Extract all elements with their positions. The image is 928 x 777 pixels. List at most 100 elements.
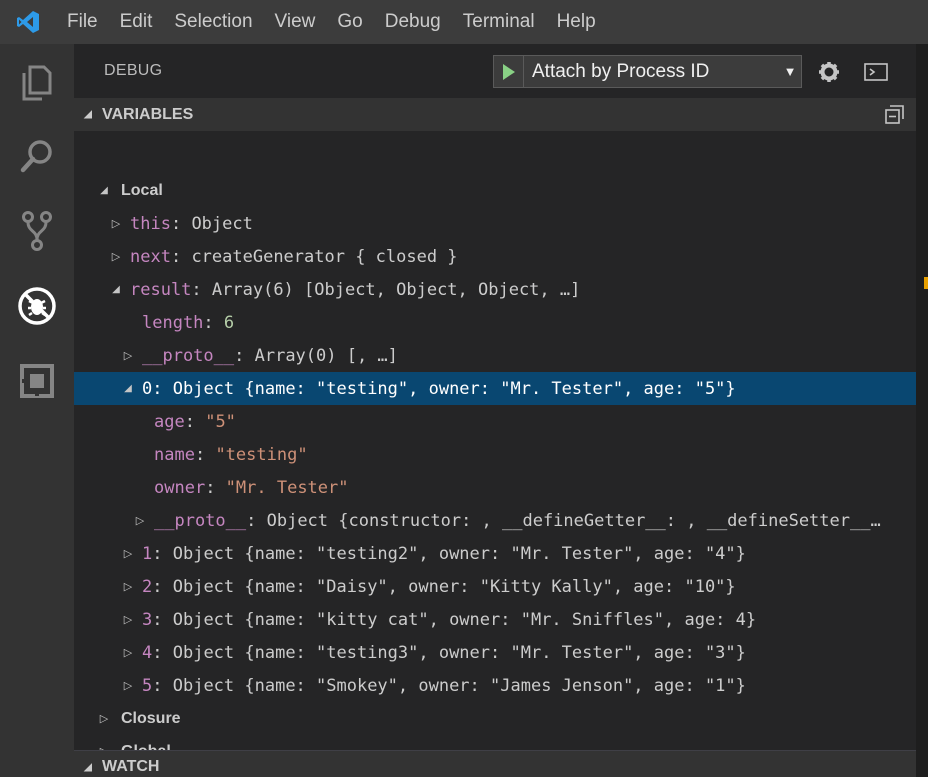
source-control-icon[interactable] xyxy=(0,201,74,261)
separator: : xyxy=(170,246,192,267)
variable-row[interactable]: ◢ result: Array(6) [Object, Object, Objec… xyxy=(74,273,916,306)
scope-row[interactable]: ▷ Closure xyxy=(74,702,916,735)
separator: : xyxy=(170,213,192,234)
variable-row[interactable]: ▷ next: createGenerator { closed } xyxy=(74,240,916,273)
variable-name: result xyxy=(130,279,192,300)
caret-down-icon[interactable]: ◢ xyxy=(120,383,136,394)
variable-value: Object {name: "testing2", owner: "Mr. Te… xyxy=(172,543,746,564)
variable-row[interactable]: ▷ 5: Object {name: "Smokey", owner: "Jame… xyxy=(74,669,916,702)
caret-down-icon: ◢ xyxy=(84,761,92,773)
separator: : xyxy=(152,543,173,564)
activity-bar xyxy=(0,44,74,777)
variable-value: 6 xyxy=(223,312,235,333)
chevron-down-icon: ▼ xyxy=(783,64,797,79)
watch-section-title: WATCH xyxy=(102,758,160,775)
variable-name: name xyxy=(154,444,195,465)
menu-item-edit[interactable]: Edit xyxy=(109,0,164,44)
variable-row[interactable]: ▷ this: Object xyxy=(74,207,916,240)
variables-section-header[interactable]: ◢ VARIABLES xyxy=(74,98,916,131)
debug-title: DEBUG xyxy=(104,62,163,79)
caret-right-icon[interactable]: ▷ xyxy=(96,712,112,725)
variable-row[interactable]: owner: "Mr. Tester" xyxy=(74,471,916,504)
variable-value: "Mr. Tester" xyxy=(225,477,349,498)
caret-down-icon[interactable]: ◢ xyxy=(108,284,124,295)
variable-value: Object xyxy=(191,213,253,234)
start-debugging-button[interactable] xyxy=(494,56,524,87)
variable-value: Object {name: "kitty cat", owner: "Mr. S… xyxy=(172,609,757,630)
caret-right-icon[interactable]: ▷ xyxy=(120,547,136,560)
editor-scrollbar[interactable] xyxy=(916,44,928,777)
variable-row[interactable]: ▷ 3: Object {name: "kitty cat", owner: "M… xyxy=(74,603,916,636)
variable-value: Object {name: "Daisy", owner: "Kitty Kal… xyxy=(172,576,736,597)
separator: : xyxy=(234,345,255,366)
collapse-all-icon[interactable] xyxy=(884,104,906,131)
variable-row[interactable]: age: "5" xyxy=(74,405,916,438)
variable-row[interactable]: ▷ 4: Object {name: "testing3", owner: "Mr… xyxy=(74,636,916,669)
separator: : xyxy=(152,642,173,663)
separator: : xyxy=(194,444,216,465)
caret-right-icon[interactable]: ▷ xyxy=(120,580,136,593)
variable-value: Object {name: "Smokey", owner: "James Je… xyxy=(172,675,746,696)
menu-item-help[interactable]: Help xyxy=(546,0,607,44)
variable-name: __proto__ xyxy=(154,510,247,531)
vscode-logo-icon xyxy=(0,0,56,44)
variable-row[interactable]: length: 6 xyxy=(74,306,916,339)
caret-right-icon[interactable]: ▷ xyxy=(120,646,136,659)
separator: : xyxy=(205,477,226,498)
caret-right-icon[interactable]: ▷ xyxy=(132,514,148,527)
menu-item-terminal[interactable]: Terminal xyxy=(452,0,546,44)
variable-value: Object {name: "testing", owner: "Mr. Tes… xyxy=(172,378,736,399)
separator: : xyxy=(152,576,173,597)
variable-row[interactable]: ▷ 1: Object {name: "testing2", owner: "Mr… xyxy=(74,537,916,570)
extensions-icon[interactable] xyxy=(0,351,74,411)
debug-icon[interactable] xyxy=(0,276,74,336)
variable-value: Object {constructor: , __defineGetter__:… xyxy=(266,510,881,531)
search-icon[interactable] xyxy=(0,126,74,186)
debug-sidebar: DEBUG Attach by Process ID ▼ ◢ VARIABLES… xyxy=(74,44,916,777)
variable-name: 1 xyxy=(142,543,153,564)
explorer-icon[interactable] xyxy=(0,52,74,112)
caret-right-icon[interactable]: ▷ xyxy=(120,613,136,626)
variable-name: 0 xyxy=(142,378,153,399)
variable-value: Array(6) [Object, Object, Object, …] xyxy=(211,279,581,300)
variable-name: next xyxy=(130,246,171,267)
variables-section-title: VARIABLES xyxy=(102,105,194,123)
variable-name: length xyxy=(142,312,204,333)
variable-name: 3 xyxy=(142,609,153,630)
separator: : xyxy=(246,510,267,531)
menu-item-view[interactable]: View xyxy=(264,0,327,44)
variable-row[interactable]: ▷ __proto__: Array(0) [, …] xyxy=(74,339,916,372)
scope-row[interactable]: ◢ Local xyxy=(74,174,916,207)
variable-name: 2 xyxy=(142,576,153,597)
separator: : xyxy=(184,411,206,432)
variable-row[interactable]: ◢ 0: Object {name: "testing", owner: "Mr.… xyxy=(74,372,916,405)
variable-name: age xyxy=(154,411,185,432)
separator: : xyxy=(152,378,173,399)
separator: : xyxy=(203,312,224,333)
variable-value: Array(0) [, …] xyxy=(254,345,398,366)
launch-config-dropdown[interactable]: Attach by Process ID ▼ xyxy=(493,55,802,88)
menu-item-debug[interactable]: Debug xyxy=(374,0,452,44)
caret-right-icon[interactable]: ▷ xyxy=(108,250,124,263)
variable-value: "5" xyxy=(205,411,236,432)
variable-row[interactable]: name: "testing" xyxy=(74,438,916,471)
caret-down-icon[interactable]: ◢ xyxy=(96,185,112,196)
watch-section-header[interactable]: ◢ WATCH xyxy=(74,750,916,777)
debug-console-icon[interactable] xyxy=(862,58,890,86)
caret-right-icon[interactable]: ▷ xyxy=(120,349,136,362)
menu-item-file[interactable]: File xyxy=(56,0,109,44)
menu-bar: File Edit Selection View Go Debug Terminal Help xyxy=(0,0,928,44)
gear-icon[interactable] xyxy=(815,58,843,86)
caret-right-icon[interactable]: ▷ xyxy=(108,217,124,230)
play-icon xyxy=(502,63,515,80)
scrollbar-marker xyxy=(924,277,928,289)
variable-name: 4 xyxy=(142,642,153,663)
menu-item-selection[interactable]: Selection xyxy=(163,0,263,44)
separator: : xyxy=(191,279,212,300)
separator: : xyxy=(152,609,173,630)
menu-item-go[interactable]: Go xyxy=(326,0,373,44)
variable-row[interactable]: ▷ __proto__: Object {constructor: , __def… xyxy=(74,504,916,537)
caret-down-icon: ◢ xyxy=(84,109,92,120)
variable-row[interactable]: ▷ 2: Object {name: "Daisy", owner: "Kitty… xyxy=(74,570,916,603)
caret-right-icon[interactable]: ▷ xyxy=(120,679,136,692)
